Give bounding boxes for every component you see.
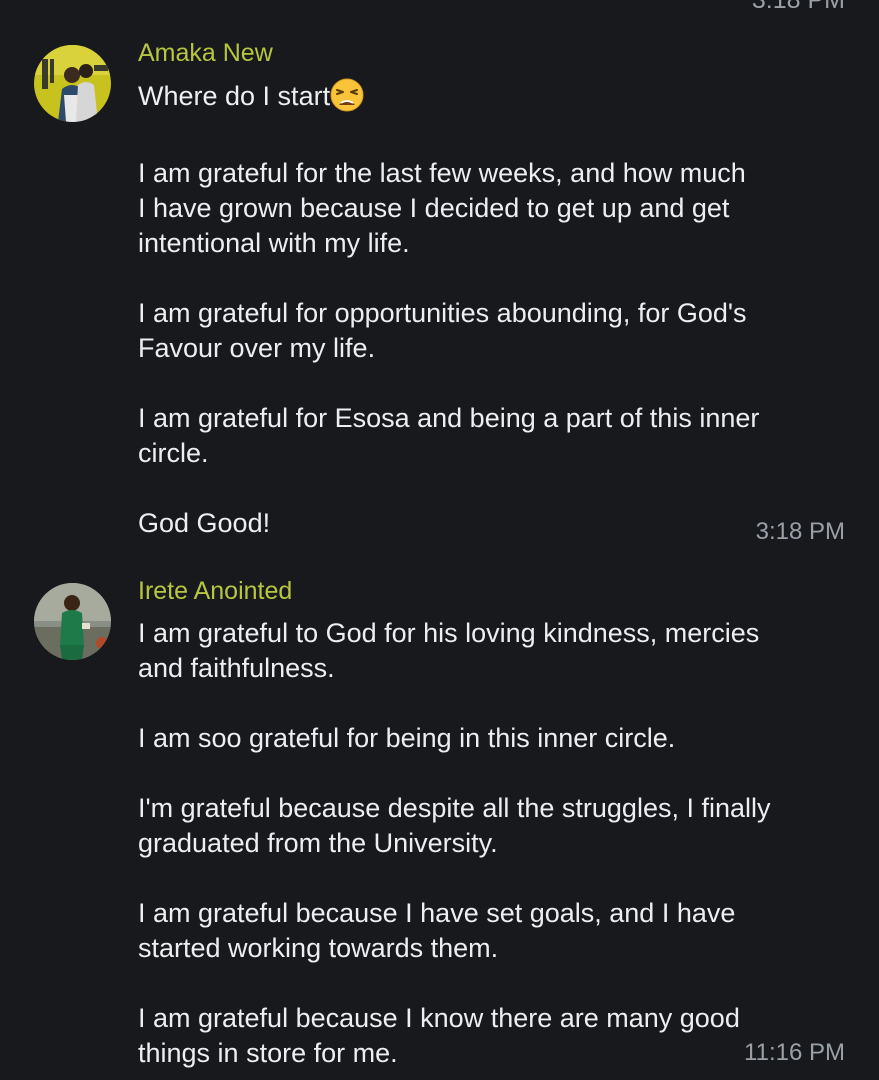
message-paragraph: I am grateful because I know there are m… — [138, 1003, 740, 1068]
message-paragraph: I'm grateful because despite all the str… — [138, 793, 771, 858]
message-body: I am grateful to God for his loving kind… — [138, 616, 845, 1071]
message-text: Where do I start — [138, 81, 331, 111]
message-timestamp: 11:16 PM — [744, 1039, 845, 1066]
message-paragraph: I am grateful for Esosa and being a part… — [138, 403, 760, 468]
message-paragraph: I am grateful for the last few weeks, an… — [138, 158, 746, 258]
message-paragraph: I am grateful for opportunities aboundin… — [138, 298, 747, 363]
message-paragraph: I am soo grateful for being in this inne… — [138, 723, 676, 753]
previous-message-timestamp: 3:18 PM — [751, 0, 845, 14]
sender-name[interactable]: Irete Anointed — [138, 576, 845, 606]
avatar[interactable] — [34, 583, 111, 660]
avatar[interactable] — [34, 45, 111, 122]
tired-face-emoji-icon — [330, 78, 364, 121]
message-body: Where do I start I am grateful for the l… — [138, 78, 845, 541]
message-paragraph: Where do I start — [138, 78, 845, 121]
message-paragraph: God Good! — [138, 508, 271, 538]
message-paragraph: I am grateful because I have set goals, … — [138, 898, 736, 963]
message-paragraph: I am grateful to God for his loving kind… — [138, 618, 760, 683]
message-timestamp: 3:18 PM — [755, 518, 845, 545]
sender-name[interactable]: Amaka New — [138, 38, 845, 68]
